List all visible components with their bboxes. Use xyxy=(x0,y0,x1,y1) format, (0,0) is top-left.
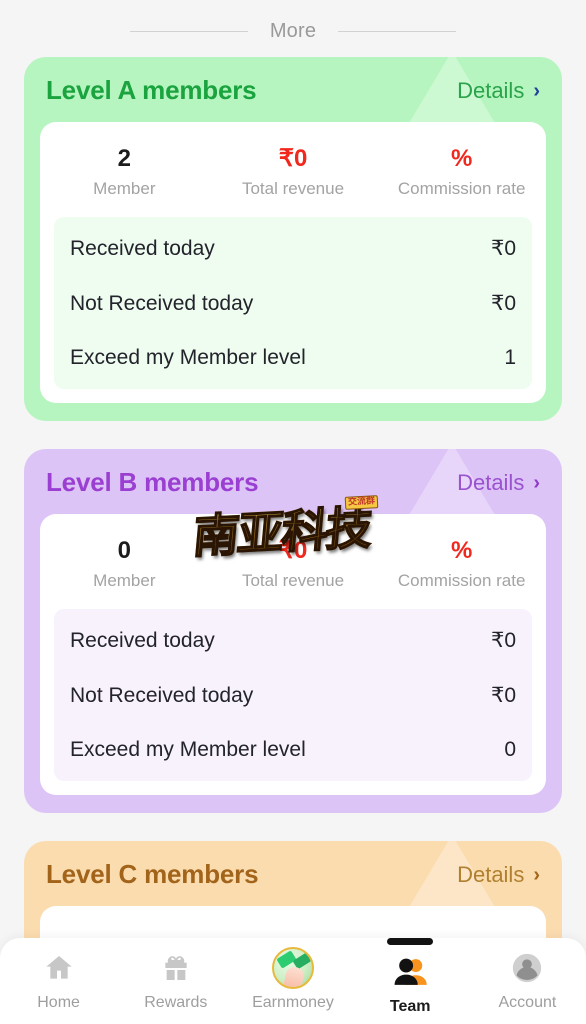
table-row: Exceed my Member level 1 xyxy=(54,331,532,385)
stat-member: 2 Member xyxy=(40,144,209,199)
nav-item-earnmoney[interactable]: Earnmoney xyxy=(234,938,351,1012)
level-b-panel: 0 Member ₹0 Total revenue % Commission r… xyxy=(40,514,546,795)
level-b-stats: 0 Member ₹0 Total revenue % Commission r… xyxy=(40,528,546,609)
level-card-a: Level A members Details › 2 Member ₹0 To… xyxy=(24,57,562,421)
row-label: Not Received today xyxy=(70,683,254,707)
stat-member: 0 Member xyxy=(40,536,209,591)
level-c-header: Level C members Details › xyxy=(24,841,562,906)
table-row: Not Received today ₹0 xyxy=(54,668,532,723)
level-c-details-link[interactable]: Details › xyxy=(457,862,540,888)
stat-total-revenue-label: Total revenue xyxy=(241,179,345,198)
stat-total-revenue: ₹0 Total revenue xyxy=(209,536,378,591)
nav-label: Earnmoney xyxy=(252,994,334,1011)
bottom-navigation-bar: Home Rewards Earnmoney Team Account xyxy=(0,938,586,1024)
money-hand-icon xyxy=(271,947,315,989)
level-c-title: Level C members xyxy=(46,859,259,889)
row-label: Exceed my Member level xyxy=(70,738,306,761)
chevron-right-icon: › xyxy=(533,863,540,886)
stat-total-revenue-value: ₹0 xyxy=(278,537,308,564)
home-icon xyxy=(37,948,81,988)
divider-line-right xyxy=(338,31,457,32)
stat-commission-rate: % Commission rate xyxy=(377,536,546,591)
row-value: ₹0 xyxy=(490,684,516,707)
row-value: 1 xyxy=(504,346,516,369)
level-a-rows: Received today ₹0 Not Received today ₹0 … xyxy=(54,217,532,389)
active-tab-indicator xyxy=(387,938,434,945)
divider-label: More xyxy=(269,20,317,42)
details-label: Details xyxy=(457,861,525,887)
level-b-rows: Received today ₹0 Not Received today ₹0 … xyxy=(54,609,532,781)
level-card-b: Level B members Details › 0 Member ₹0 To… xyxy=(24,449,562,813)
stat-commission-rate-label: Commission rate xyxy=(397,179,526,198)
row-label: Not Received today xyxy=(70,291,254,315)
nav-item-home[interactable]: Home xyxy=(0,938,117,1012)
stat-commission-rate-value: % xyxy=(451,145,473,172)
stat-commission-rate-value: % xyxy=(451,537,473,564)
stat-member-label: Member xyxy=(93,571,156,590)
row-value: ₹0 xyxy=(490,292,516,315)
nav-label: Team xyxy=(389,998,431,1015)
stat-commission-rate-label: Commission rate xyxy=(397,571,526,590)
chevron-right-icon: › xyxy=(533,79,540,102)
row-label: Exceed my Member level xyxy=(70,346,306,369)
stat-total-revenue-label: Total revenue xyxy=(241,571,345,590)
table-row: Received today ₹0 xyxy=(54,221,532,276)
row-value: 0 xyxy=(504,738,516,761)
table-row: Received today ₹0 xyxy=(54,613,532,668)
chevron-right-icon: › xyxy=(533,471,540,494)
level-a-details-link[interactable]: Details › xyxy=(457,78,540,104)
level-b-details-link[interactable]: Details › xyxy=(457,470,540,496)
level-a-header: Level A members Details › xyxy=(24,57,562,122)
stat-total-revenue: ₹0 Total revenue xyxy=(209,144,378,199)
row-value: ₹0 xyxy=(490,629,516,652)
stat-total-revenue-value: ₹0 xyxy=(278,145,308,172)
gift-icon xyxy=(154,948,198,988)
row-value: ₹0 xyxy=(490,237,516,260)
team-page: More Level A members Details › 2 Member xyxy=(0,0,586,1024)
level-b-header: Level B members Details › xyxy=(24,449,562,514)
stat-member-value: 2 xyxy=(117,145,132,172)
nav-label: Home xyxy=(37,994,80,1011)
details-label: Details xyxy=(457,77,525,103)
level-a-title: Level A members xyxy=(46,75,257,105)
section-divider-more: More xyxy=(0,0,586,57)
nav-item-rewards[interactable]: Rewards xyxy=(117,938,234,1012)
stat-member-value: 0 xyxy=(117,537,132,564)
level-cards-list: Level A members Details › 2 Member ₹0 To… xyxy=(0,57,586,984)
row-label: Received today xyxy=(70,236,215,260)
stat-commission-rate: % Commission rate xyxy=(377,144,546,199)
table-row: Exceed my Member level 0 xyxy=(54,723,532,777)
level-b-title: Level B members xyxy=(46,467,259,497)
stat-member-label: Member xyxy=(93,179,156,198)
people-icon xyxy=(388,952,432,992)
row-label: Received today xyxy=(70,628,215,652)
level-a-stats: 2 Member ₹0 Total revenue % Commission r… xyxy=(40,136,546,217)
avatar-icon xyxy=(505,948,549,988)
level-a-panel: 2 Member ₹0 Total revenue % Commission r… xyxy=(40,122,546,403)
nav-label: Rewards xyxy=(144,994,208,1011)
nav-item-team[interactable]: Team xyxy=(352,938,469,1016)
nav-label: Account xyxy=(498,994,557,1011)
nav-item-account[interactable]: Account xyxy=(469,938,586,1012)
divider-line-left xyxy=(129,31,248,32)
table-row: Not Received today ₹0 xyxy=(54,276,532,331)
details-label: Details xyxy=(457,469,525,495)
